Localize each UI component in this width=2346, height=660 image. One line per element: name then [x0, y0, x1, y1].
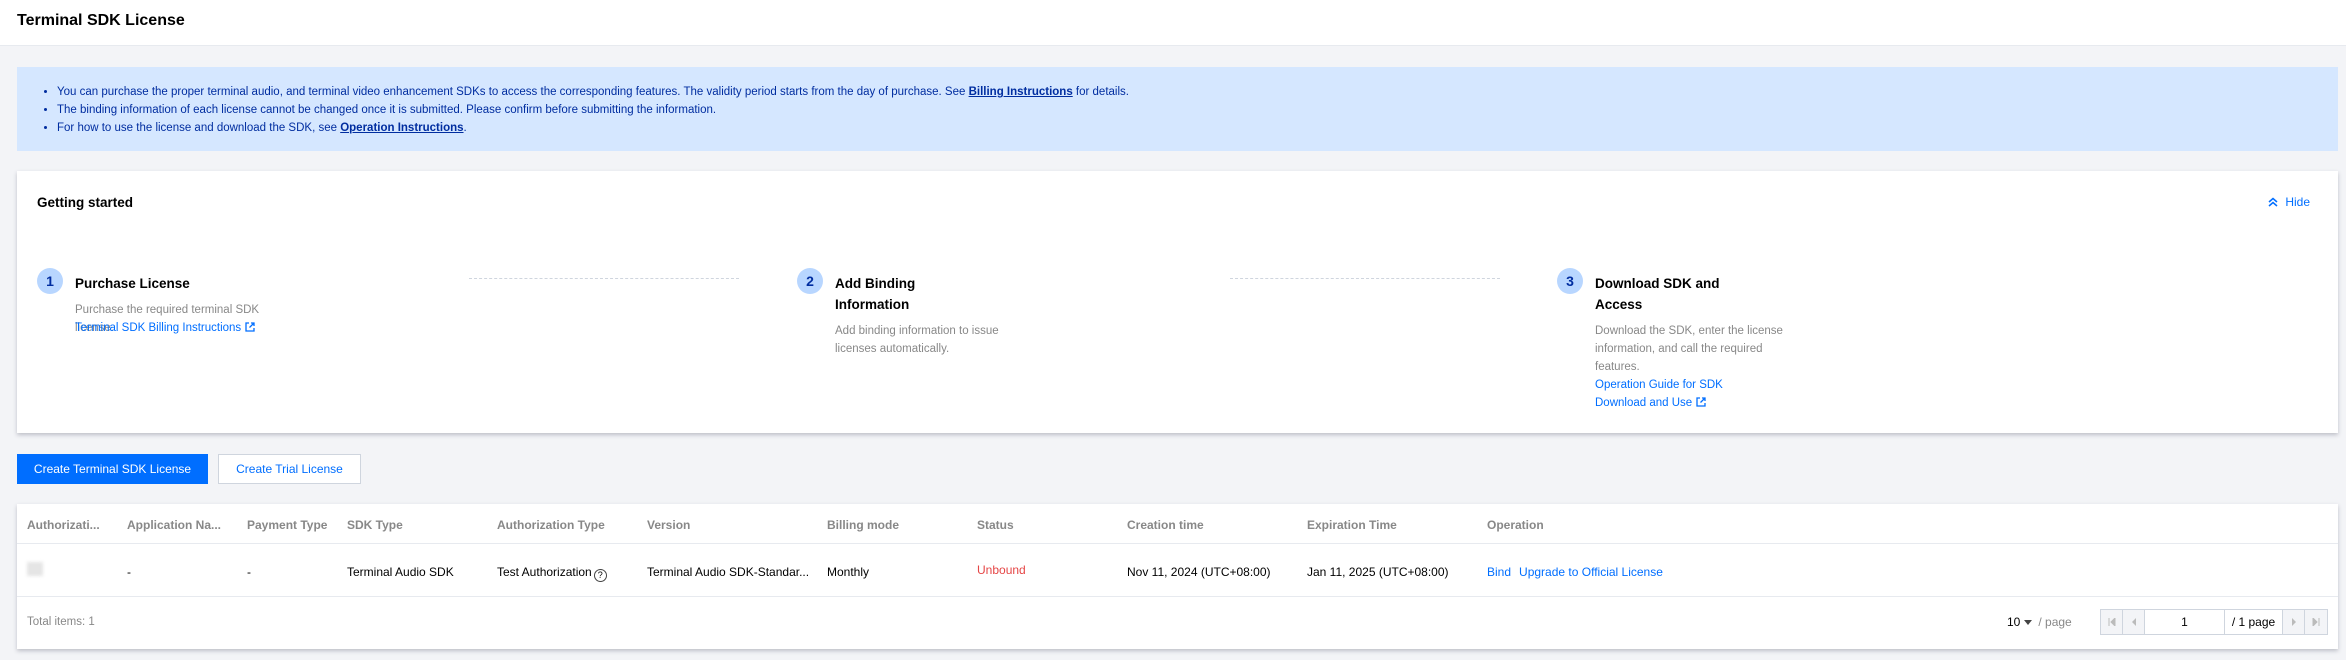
table-header: Authorizati... Application Na... Payment…: [17, 504, 2338, 544]
cell-application-name: -: [127, 565, 131, 579]
column-header: Status: [977, 518, 1014, 532]
step-title: Add Binding Information: [835, 276, 916, 312]
chevron-double-up-icon: [2268, 197, 2278, 207]
operation-instructions-link[interactable]: Operation Instructions: [340, 122, 463, 134]
column-header: Expiration Time: [1307, 518, 1397, 532]
page-header: Terminal SDK License: [0, 0, 2346, 46]
cell-authorization-type: Test Authorization?: [497, 565, 607, 582]
page-title: Terminal SDK License: [17, 12, 185, 29]
table-row: - - Terminal Audio SDK Test Authorizatio…: [17, 544, 2338, 597]
first-page-icon: [2108, 618, 2115, 626]
cell-operation: Bind Upgrade to Official License: [1487, 565, 1671, 579]
last-page-button[interactable]: [2305, 610, 2327, 634]
page-size-select[interactable]: 10/ page: [2007, 615, 2072, 629]
column-header: Payment Type: [247, 518, 328, 532]
help-icon[interactable]: ?: [593, 569, 607, 582]
step-title: Purchase License: [75, 276, 190, 291]
cell-creation-time: Nov 11, 2024 (UTC+08:00): [1127, 565, 1271, 579]
getting-started-title: Getting started: [37, 195, 134, 210]
prev-page-button[interactable]: [2123, 610, 2145, 634]
bind-button[interactable]: Bind: [1487, 565, 1511, 579]
sdk-operation-guide-link[interactable]: Operation Guide for SDK Download and Use: [1595, 376, 1745, 412]
step-connector: [1230, 278, 1500, 279]
cell-version: Terminal Audio SDK-Standar...: [647, 565, 810, 579]
cell-sdk-type: Terminal Audio SDK: [347, 565, 454, 579]
notice-banner: You can purchase the proper terminal aud…: [17, 67, 2338, 151]
upgrade-to-official-license-button[interactable]: Upgrade to Official License: [1519, 565, 1663, 579]
authorization-id-redacted: [27, 562, 43, 576]
external-link-icon: [245, 322, 255, 332]
step-number: 1: [37, 268, 63, 294]
billing-instructions-link[interactable]: Billing Instructions: [969, 86, 1073, 98]
prev-page-icon: [2131, 618, 2136, 626]
create-terminal-sdk-license-button[interactable]: Create Terminal SDK License: [17, 454, 208, 484]
column-header: Creation time: [1127, 518, 1204, 532]
column-header: Version: [647, 518, 691, 532]
getting-started-card: Getting started Hide 1 Purchase License …: [17, 171, 2338, 433]
billing-instructions-step-link[interactable]: Terminal SDK Billing Instructions: [75, 319, 285, 337]
step-connector: [469, 278, 739, 279]
step-number: 3: [1557, 268, 1583, 294]
total-pages: / 1 page: [2225, 610, 2283, 634]
pagination: / 1 page: [2100, 609, 2328, 635]
column-header: SDK Type: [347, 518, 403, 532]
cell-billing-mode: Monthly: [827, 565, 870, 579]
column-header[interactable]: Application Na...: [127, 518, 221, 532]
notice-item: You can purchase the proper terminal aud…: [57, 83, 2338, 101]
column-header: Authorization Type: [497, 518, 605, 532]
first-page-button[interactable]: [2101, 610, 2123, 634]
notice-item: For how to use the license and download …: [57, 119, 2338, 137]
last-page-icon: [2312, 618, 2320, 626]
cell-payment-type: -: [247, 565, 251, 579]
step-number: 2: [797, 268, 823, 294]
step-title: Download SDK and Access: [1595, 276, 1720, 312]
create-trial-license-button[interactable]: Create Trial License: [218, 454, 361, 484]
status-badge: Unbound: [977, 563, 1026, 577]
notice-item: The binding information of each license …: [57, 101, 2338, 119]
next-page-icon: [2291, 618, 2296, 626]
license-table: Authorizati... Application Na... Payment…: [17, 504, 2338, 649]
total-items: Total items: 1: [27, 616, 95, 628]
next-page-button[interactable]: [2283, 610, 2305, 634]
page-number-input[interactable]: [2145, 610, 2225, 634]
hide-button[interactable]: Hide: [2267, 195, 2310, 209]
column-header: Operation: [1487, 518, 1544, 532]
external-link-icon: [1696, 397, 1706, 407]
column-header: Billing mode: [827, 518, 899, 532]
column-header[interactable]: Authorizati...: [27, 518, 100, 532]
table-footer: Total items: 1 10/ page / 1 page: [17, 597, 2338, 649]
step-description: Download the SDK, enter the license info…: [1595, 325, 1783, 373]
caret-down-icon: [2024, 620, 2033, 625]
step-description: Add binding information to issue license…: [835, 325, 999, 355]
cell-expiration-time: Jan 11, 2025 (UTC+08:00): [1307, 565, 1449, 579]
